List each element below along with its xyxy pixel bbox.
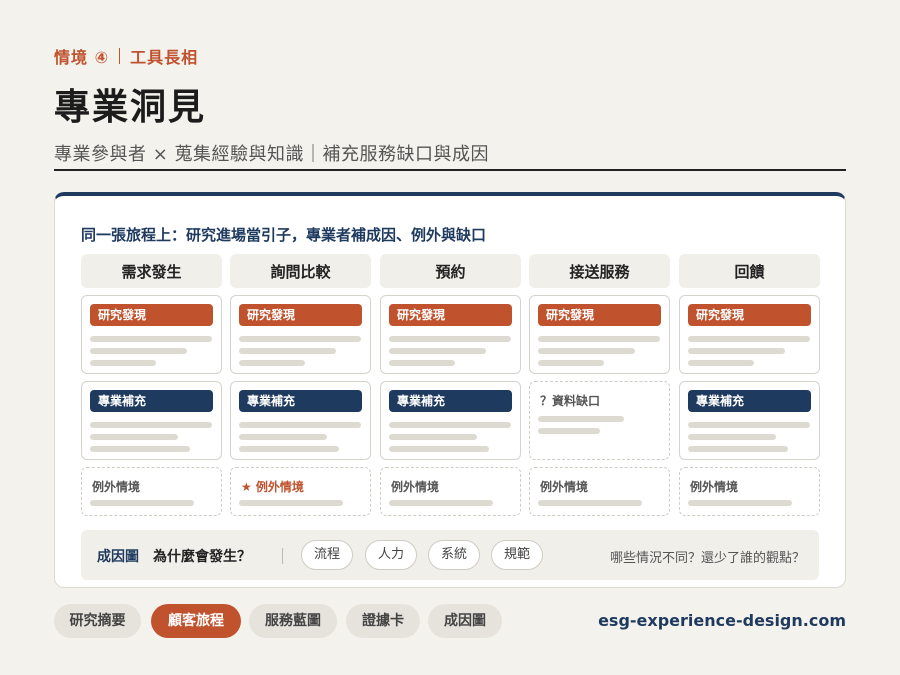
journey-column: 預約研究發現專業補充例外情境 (380, 254, 521, 516)
placeholder-line (688, 360, 754, 366)
expert-supplement-card[interactable]: 專業補充 (679, 381, 820, 460)
placeholder-line (389, 348, 486, 354)
research-finding-card[interactable]: 研究發現 (529, 295, 670, 374)
nav-evidence-card[interactable]: 證據卡 (346, 604, 420, 638)
placeholder-line (538, 416, 624, 422)
placeholder-line (688, 422, 810, 428)
placeholder-line (688, 500, 792, 506)
cause-chip-rules[interactable]: 規範 (491, 540, 543, 570)
cause-chip-staff[interactable]: 人力 (365, 540, 417, 570)
placeholder-line (688, 336, 810, 342)
kicker-divider (119, 48, 121, 64)
nav-customer-journey[interactable]: 顧客旅程 (151, 604, 241, 638)
journey-column: 接送服務研究發現 ？資料缺口例外情境 (529, 254, 670, 516)
research-finding-tag: 研究發現 (90, 304, 213, 326)
strip-divider (282, 548, 283, 564)
data-gap-card[interactable]: ？資料缺口 (529, 381, 670, 460)
research-finding-tag: 研究發現 (688, 304, 811, 326)
cause-question: 為什麼會發生？ (153, 549, 251, 565)
placeholder-line (389, 336, 511, 342)
placeholder-line (90, 422, 212, 428)
journey-column: 回饋研究發現專業補充例外情境 (679, 254, 820, 516)
cause-map-label: 成因圖 (97, 549, 139, 565)
exception-scenario-card[interactable]: 例外情境 (380, 467, 521, 516)
journey-column: 詢問比較研究發現專業補充 ★ 例外情境 (230, 254, 371, 516)
placeholder-line (389, 360, 455, 366)
cause-chip-system[interactable]: 系統 (428, 540, 480, 570)
research-finding-card[interactable]: 研究發現 (380, 295, 521, 374)
page-title: 專業洞見 (54, 87, 207, 128)
expert-supplement-card[interactable]: 專業補充 (230, 381, 371, 460)
nav-service-blueprint[interactable]: 服務藍圖 (249, 604, 337, 638)
exception-scenario-label: 例外情境 (92, 480, 141, 494)
placeholder-line (239, 348, 336, 354)
placeholder-line (90, 360, 156, 366)
scenario-kicker: 情境 ④ 工具長相 (54, 44, 846, 68)
data-gap-label: ？資料缺口 (540, 394, 601, 408)
exception-scenario-label: 例外情境 (540, 480, 589, 494)
placeholder-line (538, 360, 604, 366)
scenario-topic: 工具長相 (130, 48, 199, 67)
placeholder-line (538, 500, 642, 506)
placeholder-line (389, 446, 489, 452)
research-finding-card[interactable]: 研究發現 (81, 295, 222, 374)
exception-scenario-label: ★ 例外情境 (241, 480, 304, 494)
exception-scenario-label: 例外情境 (391, 480, 440, 494)
research-finding-card[interactable]: 研究發現 (679, 295, 820, 374)
scenario-number: 情境 ④ (54, 48, 110, 67)
placeholder-line (538, 336, 660, 342)
placeholder-line (389, 434, 477, 440)
stage-header: 詢問比較 (230, 254, 371, 288)
exception-scenario-card[interactable]: 例外情境 (81, 467, 222, 516)
placeholder-line (389, 422, 511, 428)
nav-cause-map[interactable]: 成因圖 (428, 604, 502, 638)
header-divider (54, 169, 846, 171)
cause-prompt: 哪些情況不同？還少了誰的觀點？ (609, 551, 805, 566)
expert-supplement-tag: 專業補充 (389, 390, 512, 412)
exception-scenario-label: 例外情境 (690, 480, 739, 494)
research-finding-tag: 研究發現 (538, 304, 661, 326)
exception-scenario-card[interactable]: ★ 例外情境 (230, 467, 371, 516)
expert-supplement-card[interactable]: 專業補充 (81, 381, 222, 460)
stage-header: 接送服務 (529, 254, 670, 288)
nav-research-summary[interactable]: 研究摘要 (54, 604, 141, 638)
expert-supplement-card[interactable]: 專業補充 (380, 381, 521, 460)
exception-scenario-card[interactable]: 例外情境 (529, 467, 670, 516)
exception-scenario-card[interactable]: 例外情境 (679, 467, 820, 516)
stage-header: 需求發生 (81, 254, 222, 288)
placeholder-line (90, 434, 178, 440)
placeholder-line (90, 500, 194, 506)
research-finding-card[interactable]: 研究發現 (230, 295, 371, 374)
journey-card: 同一張旅程上：研究進場當引子，專業者補成因、例外與缺口 需求發生 研究發現 專業補充… (54, 192, 846, 588)
page-subtitle: 專業參與者 × 蒐集經驗與知識｜補充服務缺口與成因 (54, 144, 490, 165)
cause-chip-process[interactable]: 流程 (301, 540, 353, 570)
site-url[interactable]: esg-experience-design.com (598, 611, 846, 630)
journey-column: 需求發生研究發現專業補充例外情境 (81, 254, 222, 516)
expert-supplement-tag: 專業補充 (688, 390, 811, 412)
placeholder-line (688, 446, 788, 452)
placeholder-line (389, 500, 493, 506)
header: 情境 ④ 工具長相 專業洞見 專業參與者 × 蒐集經驗與知識｜補充服務缺口與成因 (54, 44, 846, 166)
placeholder-line (90, 348, 187, 354)
expert-supplement-tag: 專業補充 (239, 390, 362, 412)
placeholder-line (538, 428, 600, 434)
placeholder-line (239, 500, 343, 506)
card-heading: 同一張旅程上：研究進場當引子，專業者補成因、例外與缺口 (81, 226, 487, 244)
placeholder-line (538, 348, 635, 354)
placeholder-line (90, 446, 190, 452)
research-finding-tag: 研究發現 (239, 304, 362, 326)
stage-header: 回饋 (679, 254, 820, 288)
placeholder-line (688, 348, 785, 354)
placeholder-line (90, 336, 212, 342)
stage-header: 預約 (380, 254, 521, 288)
placeholder-line (239, 336, 361, 342)
research-finding-tag: 研究發現 (389, 304, 512, 326)
placeholder-line (239, 422, 361, 428)
placeholder-line (239, 434, 327, 440)
placeholder-line (688, 434, 776, 440)
placeholder-line (239, 446, 339, 452)
cause-map-strip: 成因圖 為什麼會發生？ 流程 人力 系統 規範 哪些情況不同？還少了誰的觀點？ (81, 530, 819, 580)
expert-supplement-tag: 專業補充 (90, 390, 213, 412)
placeholder-line (239, 360, 305, 366)
